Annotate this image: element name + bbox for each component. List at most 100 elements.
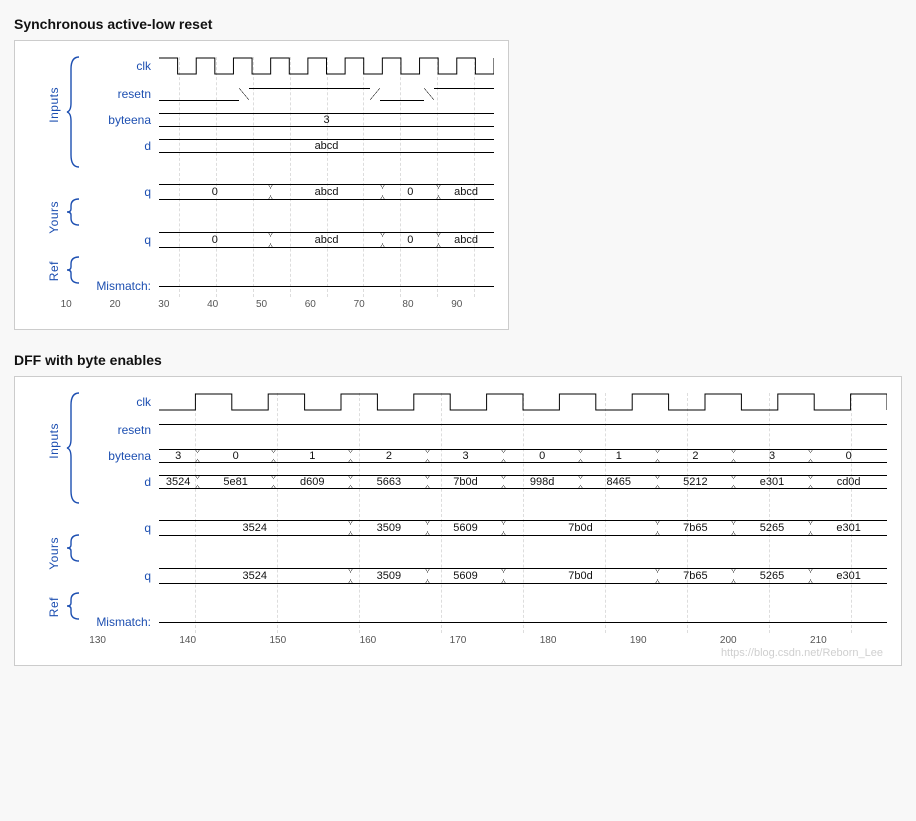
waveform-byteena: 3 (159, 107, 494, 133)
axis-tick: 60 (305, 299, 316, 310)
bus-value: e301 (810, 568, 887, 584)
axis-tick: 200 (720, 635, 737, 646)
bus-value: 3524 (159, 520, 351, 536)
bus-value: 7b65 (657, 568, 734, 584)
bus-value: e301 (810, 520, 887, 536)
waveform-q-yours: 0abcd0abcd (159, 177, 494, 207)
signal-label: q (29, 233, 159, 247)
row-clk: clk (29, 51, 494, 81)
bus-value: abcd (271, 232, 383, 248)
row-clk: clk (29, 387, 887, 417)
group-label-yours: Yours (47, 201, 61, 234)
waveform-clk (159, 51, 494, 81)
bus-value: 5e81 (197, 475, 274, 489)
timing-diagram: Inputs Yours Ref clk resetn byteena 3 d (29, 51, 494, 321)
axis-tick: 170 (450, 635, 467, 646)
group-label-ref: Ref (47, 261, 61, 281)
bus-value: 0 (382, 232, 438, 248)
waveform-clk (159, 387, 887, 417)
bus-value: 5212 (657, 475, 734, 489)
bus-value: e301 (734, 475, 811, 489)
bus-value: 1 (580, 449, 657, 463)
timing-panel-reset: Inputs Yours Ref clk resetn byteena 3 d (14, 40, 509, 330)
signal-label: q (29, 569, 159, 583)
bus-value: 3 (734, 449, 811, 463)
waveform-q-ref: 3524350956097b0d7b655265e301 (159, 561, 887, 591)
waveform-q-yours: 3524350956097b0d7b655265e301 (159, 513, 887, 543)
axis-tick: 20 (109, 299, 120, 310)
bus-value: abcd (271, 184, 383, 200)
bus-value: 5663 (351, 475, 428, 489)
axis-tick: 140 (179, 635, 196, 646)
waveform-byteena: 3012301230 (159, 443, 887, 469)
brace-yours (65, 533, 83, 563)
row-mismatch: Mismatch: (29, 273, 494, 299)
row-resetn: resetn (29, 81, 494, 107)
bus-value: 3 (159, 449, 197, 463)
row-d: d 35245e81d60956637b0d998d84655212e301cd… (29, 469, 887, 495)
axis-tick: 10 (61, 299, 72, 310)
waveform-d: abcd (159, 133, 494, 159)
bus-value: d609 (274, 475, 351, 489)
axis-tick: 40 (207, 299, 218, 310)
row-q-yours: q 0abcd0abcd (29, 177, 494, 207)
bus-value: 7b0d (427, 475, 504, 489)
waveform-mismatch (159, 609, 887, 635)
bus-value: 5609 (427, 568, 504, 584)
time-axis: 102030405060708090 (29, 299, 494, 321)
row-resetn: resetn (29, 417, 887, 443)
waveform-d: 35245e81d60956637b0d998d84655212e301cd0d (159, 469, 887, 495)
axis-tick: 180 (540, 635, 557, 646)
bus-value: abcd (159, 139, 494, 153)
row-q-yours: q 3524350956097b0d7b655265e301 (29, 513, 887, 543)
axis-tick: 150 (269, 635, 286, 646)
waveform-q-ref: 0abcd0abcd (159, 225, 494, 255)
group-label-yours: Yours (47, 537, 61, 570)
row-q-ref: q 0abcd0abcd (29, 225, 494, 255)
axis-tick: 80 (402, 299, 413, 310)
bus-value: 5265 (734, 520, 811, 536)
signal-label: clk (29, 395, 159, 409)
row-d: d abcd (29, 133, 494, 159)
bus-value: 2 (657, 449, 734, 463)
group-label-inputs: Inputs (47, 423, 61, 459)
axis-tick: 30 (158, 299, 169, 310)
bus-value: 0 (382, 184, 438, 200)
bus-value: 3 (159, 113, 494, 127)
bus-value: 7b0d (504, 568, 657, 584)
waveform-resetn (159, 81, 494, 107)
bus-value: 3509 (351, 568, 428, 584)
bus-value: cd0d (810, 475, 887, 489)
row-byteena: byteena 3012301230 (29, 443, 887, 469)
panel-title: DFF with byte enables (14, 352, 902, 368)
row-mismatch: Mismatch: (29, 609, 887, 635)
bus-value: abcd (438, 232, 494, 248)
timing-diagram: Inputs Yours Ref clk resetn byteena 3012… (29, 387, 887, 657)
signal-label: q (29, 185, 159, 199)
axis-tick: 130 (89, 635, 106, 646)
axis-tick: 210 (810, 635, 827, 646)
brace-yours (65, 197, 83, 227)
axis-tick: 160 (360, 635, 377, 646)
bus-value: 998d (504, 475, 581, 489)
group-label-inputs: Inputs (47, 87, 61, 123)
waveform-mismatch (159, 273, 494, 299)
bus-value: 3524 (159, 475, 197, 489)
group-label-ref: Ref (47, 597, 61, 617)
axis-tick: 190 (630, 635, 647, 646)
bus-value: 5609 (427, 520, 504, 536)
axis-tick: 70 (354, 299, 365, 310)
bus-value: 5265 (734, 568, 811, 584)
bus-value: 3524 (159, 568, 351, 584)
bus-value: 3 (427, 449, 504, 463)
bus-value: 2 (351, 449, 428, 463)
bus-value: 7b0d (504, 520, 657, 536)
signal-label: d (29, 139, 159, 153)
bus-value: abcd (438, 184, 494, 200)
bus-value: 0 (159, 184, 271, 200)
axis-tick: 50 (256, 299, 267, 310)
panel-title: Synchronous active-low reset (14, 16, 902, 32)
time-axis: 130 140 150 160 170 180 190 200 210 (29, 635, 887, 657)
signal-label: d (29, 475, 159, 489)
row-byteena: byteena 3 (29, 107, 494, 133)
